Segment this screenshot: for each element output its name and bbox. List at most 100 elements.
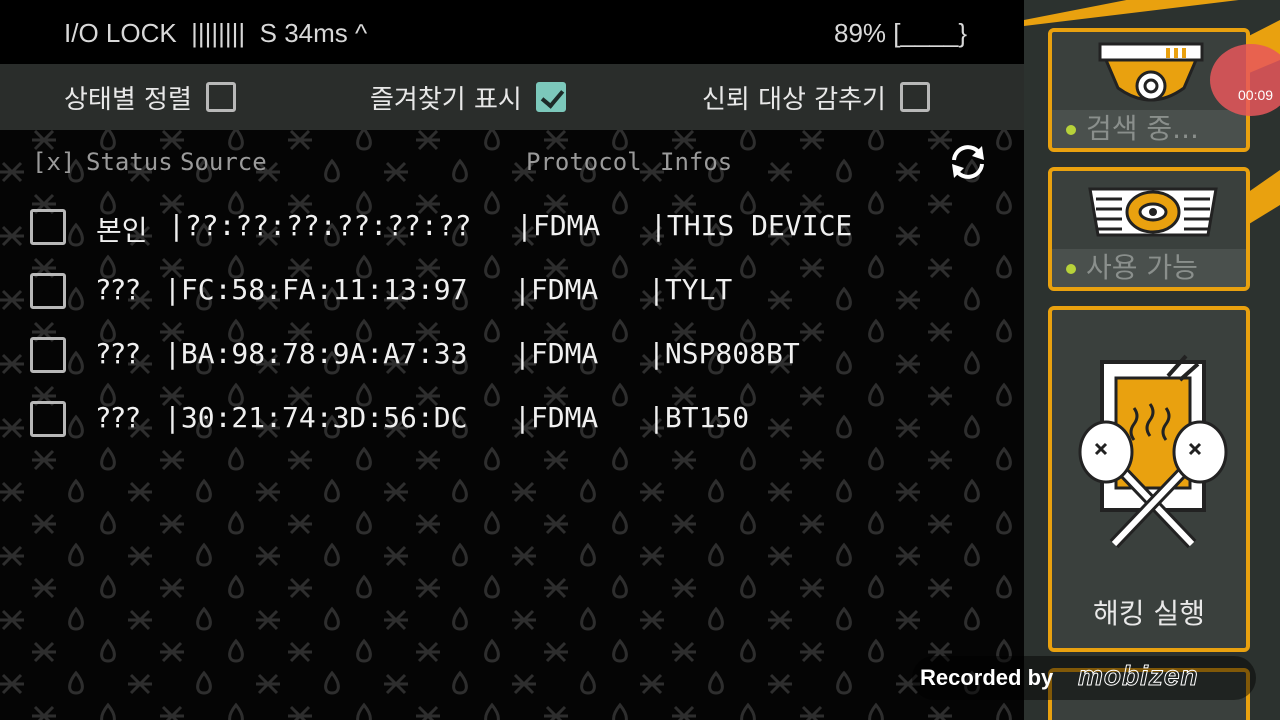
row-info: |NSP808BT	[648, 337, 800, 370]
pattern-drop	[612, 446, 628, 471]
filter-show-favorites[interactable]: 즐겨찾기 표시	[370, 64, 566, 130]
pattern-cross	[0, 481, 24, 503]
pattern-drop	[324, 158, 340, 183]
hide-trusted-checkbox[interactable]	[899, 82, 930, 112]
pattern-drop	[996, 702, 1012, 720]
pattern-drop	[68, 542, 84, 567]
pattern-drop	[996, 254, 1012, 279]
device-row[interactable]: ??? |FC:58:FA:11:13:97 |FDMA |TYLT	[30, 267, 990, 315]
row-info: |BT150	[648, 401, 750, 434]
pattern-cross	[768, 161, 792, 183]
pattern-cross	[0, 353, 24, 375]
pattern-drop	[324, 670, 340, 695]
pattern-cross	[896, 609, 920, 631]
eye-scanner-icon	[1088, 187, 1218, 237]
main-pane: I/O LOCK |||||||| S 34ms ^ 89% [____} 상태…	[0, 0, 1024, 720]
pattern-cross	[512, 673, 536, 695]
pattern-cross	[896, 545, 920, 567]
pattern-cross	[0, 417, 24, 439]
pattern-drop	[228, 130, 244, 151]
pattern-cross	[0, 161, 24, 183]
row-checkbox[interactable]	[30, 337, 66, 373]
scan-status: 검색 중...	[1052, 110, 1246, 148]
hack-clubs-icon	[1078, 354, 1228, 549]
refresh-icon[interactable]	[946, 140, 990, 184]
sort-by-status-checkbox[interactable]	[205, 82, 236, 112]
pattern-cross	[896, 161, 920, 183]
pattern-cross	[384, 161, 408, 183]
pattern-drop	[100, 638, 116, 663]
pattern-drop	[612, 130, 628, 151]
row-protocol: |FDMA	[514, 273, 599, 306]
device-row[interactable]: ??? |BA:98:78:9A:A7:33 |FDMA |NSP808BT	[30, 331, 990, 379]
device-row[interactable]: 본인 |??:??:??:??:??:?? |FDMA |THIS DEVICE	[30, 203, 990, 251]
pattern-drop	[228, 510, 244, 535]
row-status: ???	[96, 401, 141, 434]
pattern-cross	[416, 513, 440, 535]
pattern-drop	[196, 606, 212, 631]
pattern-cross	[256, 545, 280, 567]
pattern-cross	[672, 641, 696, 663]
pattern-cross	[256, 673, 280, 695]
pattern-cross	[128, 673, 152, 695]
pattern-cross	[32, 641, 56, 663]
pattern-cross	[672, 705, 696, 720]
status-dot	[1066, 264, 1076, 274]
pattern-cross	[160, 449, 184, 471]
pattern-cross	[0, 225, 24, 247]
pattern-cross	[928, 449, 952, 471]
pattern-drop	[996, 446, 1012, 471]
pattern-cross	[288, 449, 312, 471]
pattern-cross	[160, 513, 184, 535]
pattern-cross	[416, 641, 440, 663]
column-protocol: Protocol	[526, 148, 642, 176]
pattern-drop	[228, 702, 244, 720]
pattern-cross	[0, 673, 24, 695]
pattern-cross	[928, 577, 952, 599]
pattern-cross	[672, 130, 696, 151]
show-favorites-checkbox[interactable]	[535, 82, 566, 112]
pattern-cross	[128, 481, 152, 503]
pattern-drop	[452, 478, 468, 503]
pattern-drop	[100, 510, 116, 535]
pattern-cross	[928, 513, 952, 535]
pattern-drop	[356, 446, 372, 471]
pattern-drop	[836, 606, 852, 631]
pattern-drop	[740, 638, 756, 663]
pattern-cross	[544, 577, 568, 599]
recorder-brand-logo: mobizen	[1078, 660, 1199, 692]
pattern-drop	[484, 446, 500, 471]
pattern-drop	[356, 510, 372, 535]
available-card[interactable]: 사용 가능	[1048, 167, 1250, 291]
filter-sort-by-status[interactable]: 상태별 정렬	[64, 64, 236, 130]
pattern-cross	[512, 545, 536, 567]
battery-text: 89% [____}	[834, 18, 968, 48]
pattern-cross	[544, 513, 568, 535]
pattern-drop	[612, 702, 628, 720]
pattern-cross	[896, 481, 920, 503]
row-protocol: |FDMA	[516, 209, 601, 242]
pattern-cross	[416, 130, 440, 151]
pattern-drop	[68, 670, 84, 695]
pattern-cross	[800, 130, 824, 151]
pattern-cross	[768, 673, 792, 695]
device-row[interactable]: ??? |30:21:74:3D:56:DC |FDMA |BT150	[30, 395, 990, 443]
pattern-drop	[356, 638, 372, 663]
pattern-drop	[484, 638, 500, 663]
row-checkbox[interactable]	[30, 401, 66, 437]
pattern-cross	[384, 545, 408, 567]
pattern-cross	[288, 577, 312, 599]
hack-button[interactable]: 해킹 실행	[1048, 306, 1250, 652]
row-checkbox[interactable]	[30, 273, 66, 309]
pattern-drop	[452, 542, 468, 567]
pattern-drop	[484, 510, 500, 535]
pattern-drop	[868, 446, 884, 471]
pattern-drop	[836, 542, 852, 567]
pattern-drop	[324, 542, 340, 567]
pattern-cross	[768, 545, 792, 567]
pattern-drop	[196, 670, 212, 695]
row-checkbox[interactable]	[30, 209, 66, 245]
pattern-drop	[580, 606, 596, 631]
filter-hide-trusted[interactable]: 신뢰 대상 감추기	[702, 64, 930, 130]
row-source: |BA:98:78:9A:A7:33	[164, 337, 468, 370]
